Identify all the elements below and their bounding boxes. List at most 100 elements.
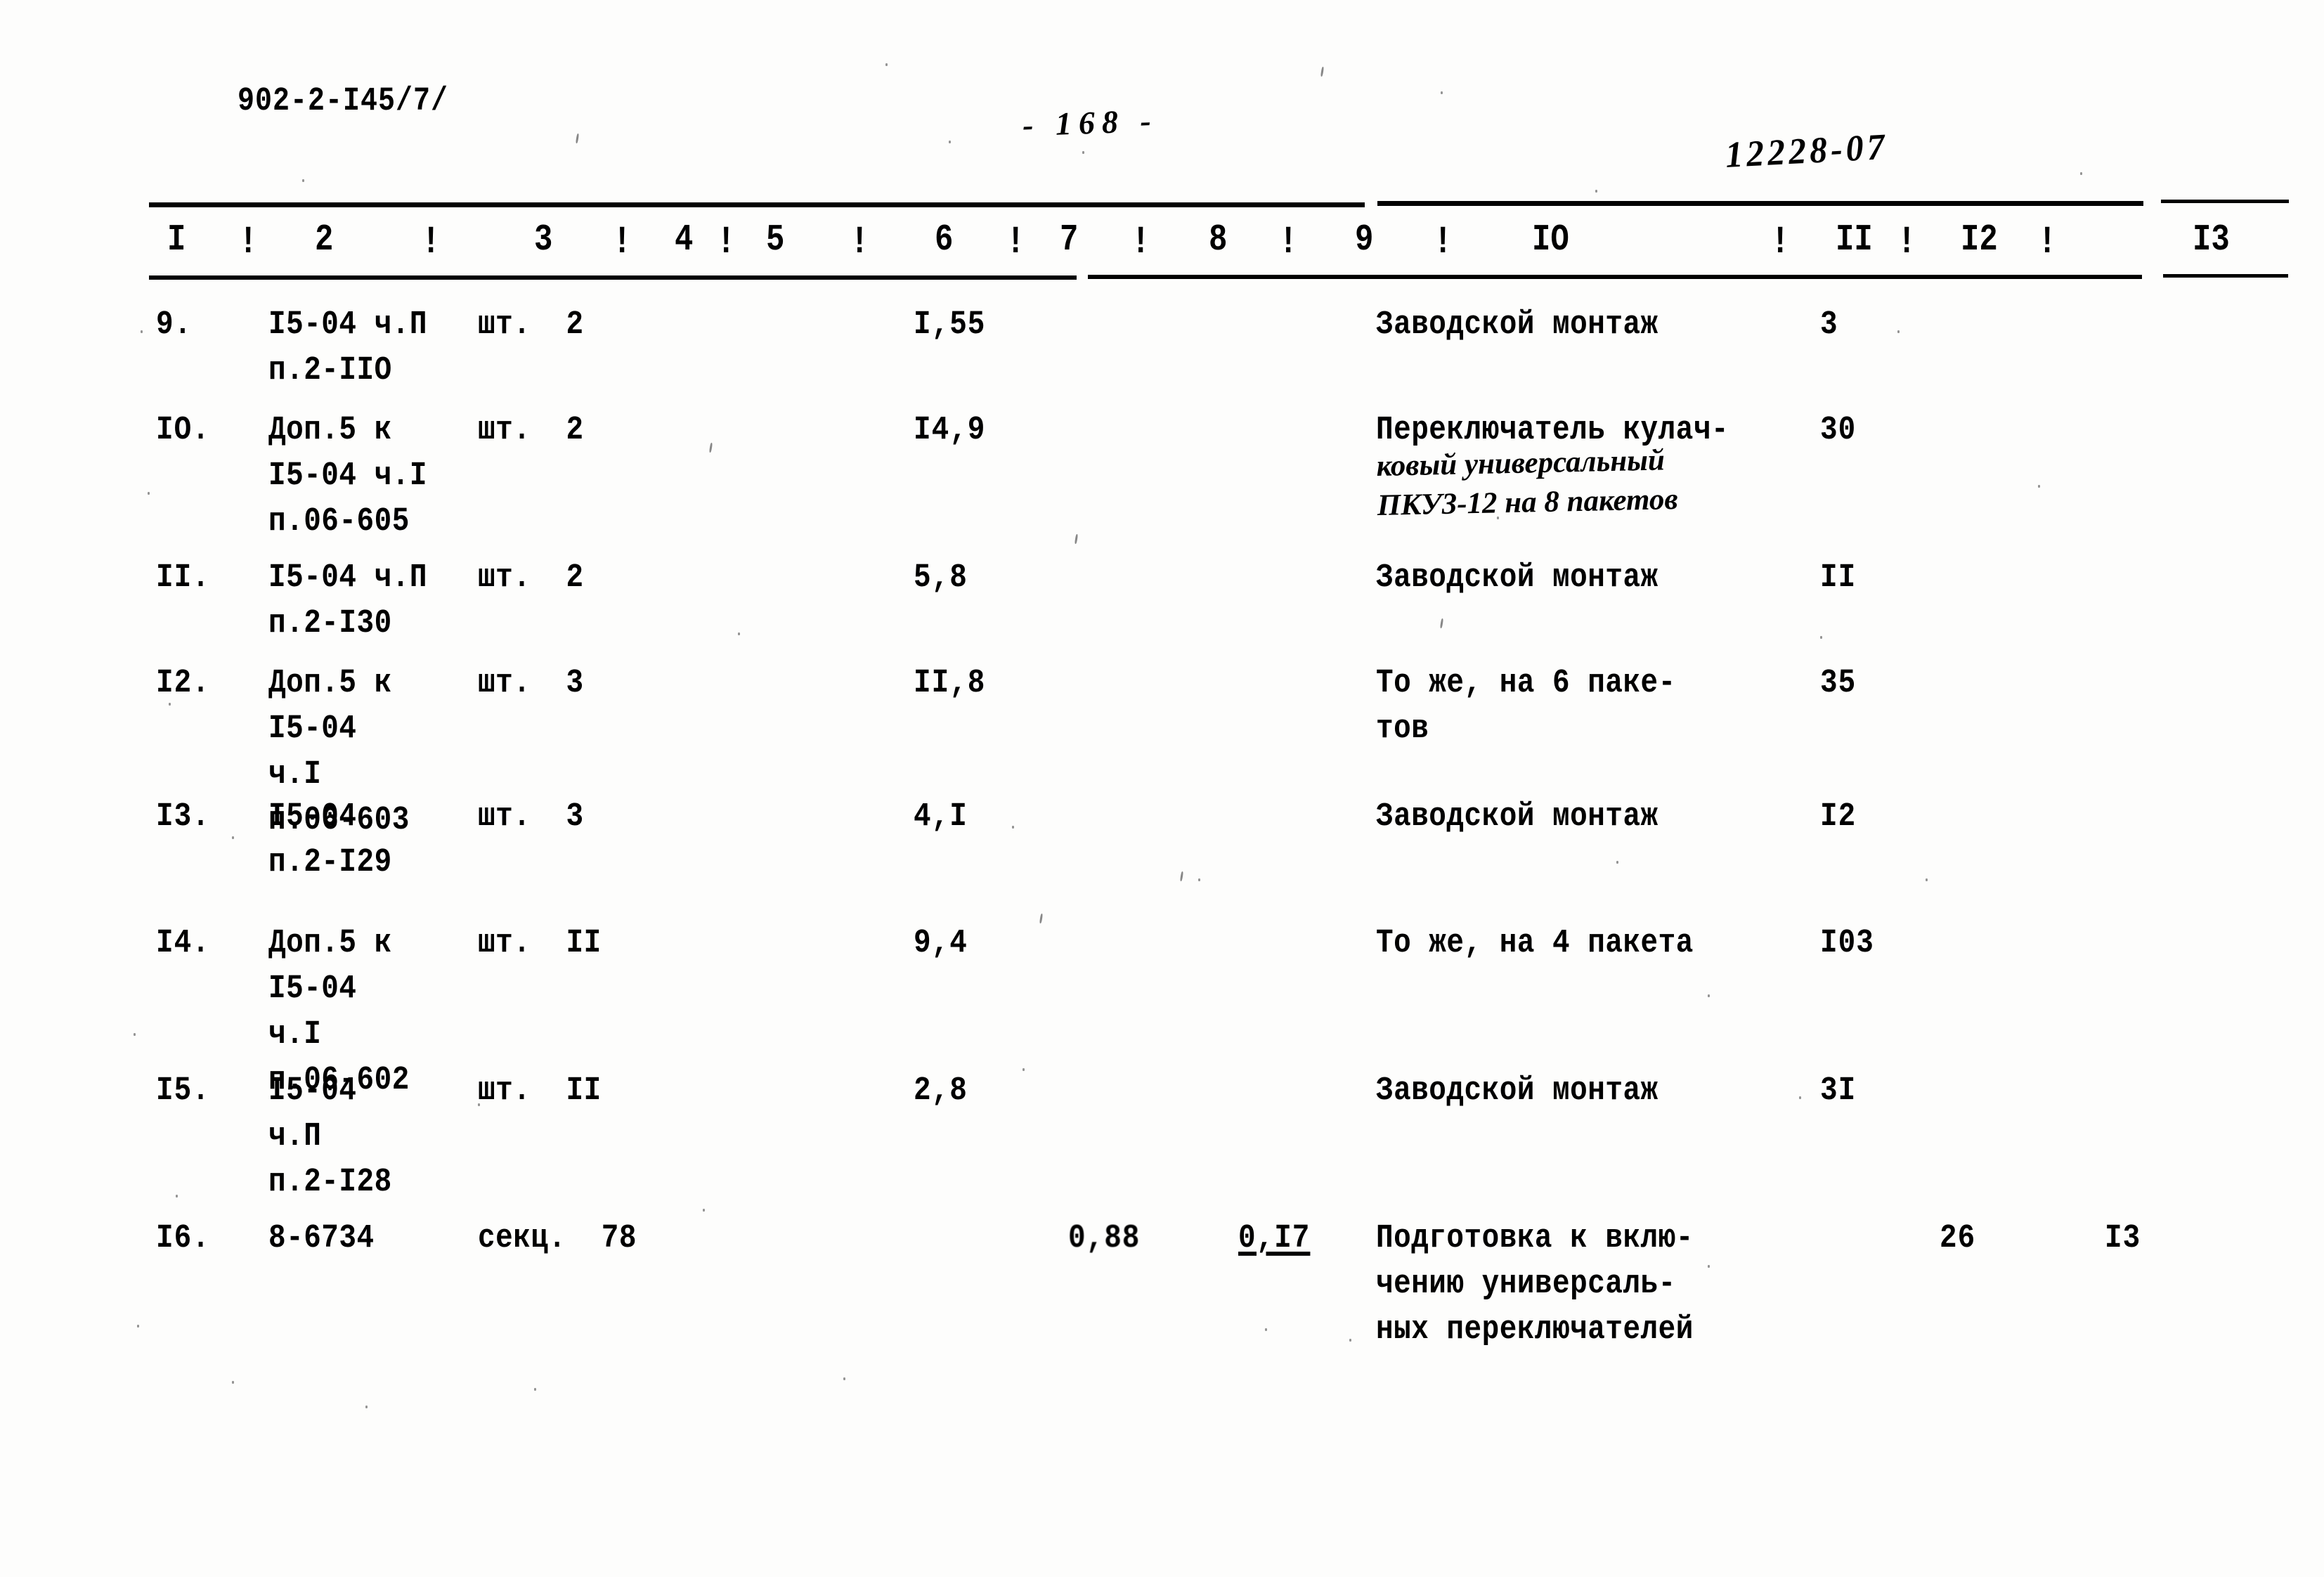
row-description: Заводской монтаж xyxy=(1376,559,1658,597)
scan-artifact-37 xyxy=(1595,190,1597,193)
row-value-col11: I2 xyxy=(1820,798,1857,836)
row-unit-quantity: шт. II xyxy=(478,1072,602,1110)
scan-artifact-33 xyxy=(843,1377,845,1380)
row-value-col8: 0,88 xyxy=(1068,1219,1141,1258)
row-description: То же, на 6 паке- тов xyxy=(1376,664,1676,748)
scan-artifact-34 xyxy=(302,179,304,182)
column-header-5: 5 xyxy=(766,219,785,261)
row-value-col7: 5,8 xyxy=(914,559,968,597)
scan-artifact-3 xyxy=(2080,172,2082,175)
scan-artifact-19 xyxy=(1926,878,1928,881)
row-value-col7: 9,4 xyxy=(914,924,968,963)
row-value-col11: I03 xyxy=(1820,924,1874,963)
scan-artifact-6 xyxy=(1897,330,1900,333)
row-number: I4. xyxy=(156,924,210,963)
row-value-col11: 3I xyxy=(1820,1072,1857,1110)
row-value-col11: 35 xyxy=(1820,664,1857,703)
column-separator-mark-5: ! xyxy=(850,221,869,265)
column-header-8: 8 xyxy=(1209,219,1228,261)
column-header-4: 4 xyxy=(675,219,694,261)
table-column-header-row: I 2 3 4 5 6 7 8 9 IO II I2 I3!!!!!!!!!!!! xyxy=(0,219,2324,270)
column-header-9: 9 xyxy=(1355,219,1374,261)
table-header-rule-right xyxy=(2163,274,2288,278)
column-header-7: 7 xyxy=(1060,219,1079,261)
scan-artifact-25 xyxy=(1799,1096,1801,1099)
row-reference-code: Доп.5 к I5-04 ч.I п.06-605 xyxy=(268,411,427,541)
row-description: Заводской монтаж xyxy=(1376,1072,1658,1110)
table-top-rule-left xyxy=(149,202,1365,207)
scan-artifact-11 xyxy=(1074,533,1079,545)
scan-artifact-39 xyxy=(1198,878,1200,881)
row-unit-quantity: шт. 3 xyxy=(478,798,584,836)
row-value-col12: 26 xyxy=(1940,1219,1976,1258)
scan-artifact-23 xyxy=(1023,1068,1025,1071)
scanned-page: 902-2-I45/7/ - 168 - 12228-07 I23456789I… xyxy=(0,0,2324,1577)
column-separator-mark-8: ! xyxy=(1279,221,1298,265)
row-value-col7: II,8 xyxy=(914,664,986,703)
row-value-col13: I3 xyxy=(2105,1219,2141,1258)
column-separator-mark-2: ! xyxy=(422,221,441,265)
column-header-2: 2 xyxy=(315,219,334,261)
scan-artifact-42 xyxy=(365,1406,368,1408)
scan-artifact-21 xyxy=(134,1033,136,1036)
scan-artifact-10 xyxy=(2038,485,2040,488)
scan-artifact-20 xyxy=(1039,913,1044,924)
scan-artifact-22 xyxy=(1708,994,1710,997)
scan-artifact-35 xyxy=(885,63,888,66)
row-description: Заводской монтаж xyxy=(1376,798,1658,836)
column-header-12: I2 xyxy=(1961,219,1998,261)
row-reference-code: I5-04 п.2-I29 xyxy=(268,798,392,882)
scan-artifact-16 xyxy=(232,836,234,839)
row-value-col7: I,55 xyxy=(914,306,986,344)
row-description: Заводской монтаж xyxy=(1376,306,1658,344)
scan-artifact-29 xyxy=(1265,1328,1267,1331)
scan-artifact-7 xyxy=(708,442,713,453)
scan-artifact-14 xyxy=(1820,636,1822,639)
column-separator-mark-6: ! xyxy=(1006,221,1025,265)
row-description: Подготовка к вклю- чению универсаль- ных… xyxy=(1376,1219,1694,1349)
row-value-col7: I4,9 xyxy=(914,411,986,450)
row-value-col9: 0,I7 xyxy=(1238,1219,1311,1258)
column-separator-mark-9: ! xyxy=(1434,221,1453,265)
row-number: I5. xyxy=(156,1072,210,1110)
scan-artifact-0 xyxy=(575,133,580,144)
column-separator-mark-12: ! xyxy=(2038,221,2057,265)
scan-artifact-40 xyxy=(137,1325,139,1328)
scan-artifact-36 xyxy=(949,141,951,143)
column-separator-mark-1: ! xyxy=(239,221,258,265)
scan-artifact-30 xyxy=(1349,1339,1351,1342)
scan-artifact-17 xyxy=(1012,826,1014,829)
row-reference-code: I5-04 ч.П п.2-I28 xyxy=(268,1072,392,1202)
row-value-col11: II xyxy=(1820,559,1857,597)
scan-artifact-27 xyxy=(703,1209,705,1212)
scan-artifact-8 xyxy=(148,492,150,495)
row-value-col11: 3 xyxy=(1820,306,1838,344)
table-top-rule-middle xyxy=(1377,201,2143,206)
column-separator-mark-3: ! xyxy=(613,221,632,265)
column-separator-mark-10: ! xyxy=(1771,221,1790,265)
scan-artifact-13 xyxy=(1439,618,1444,629)
column-header-1: I xyxy=(167,219,186,261)
row-unit-quantity: шт. 2 xyxy=(478,411,584,450)
row-unit-quantity: шт. 2 xyxy=(478,306,584,344)
column-header-6: 6 xyxy=(935,219,954,261)
column-separator-mark-11: ! xyxy=(1897,221,1916,265)
column-header-10: IO xyxy=(1532,219,1569,261)
scan-artifact-38 xyxy=(1179,871,1184,882)
scan-artifact-18 xyxy=(1616,861,1618,864)
row-number: II. xyxy=(156,559,210,597)
row-description-handwritten: ковый универсальный ПКУ3-12 на 8 пакетов xyxy=(1376,443,1679,522)
row-unit-quantity: секц. 78 xyxy=(478,1219,637,1258)
row-number: IO. xyxy=(156,411,210,450)
row-unit-quantity: шт. 2 xyxy=(478,559,584,597)
row-number: I2. xyxy=(156,664,210,703)
row-reference-code: 8-6734 xyxy=(268,1219,375,1258)
archive-number-handwritten: 12228-07 xyxy=(1724,125,1890,176)
document-code: 902-2-I45/7/ xyxy=(238,83,449,121)
table-top-rule-right xyxy=(2161,200,2289,203)
row-reference-code: I5-04 ч.П п.2-I30 xyxy=(268,559,427,643)
scan-artifact-41 xyxy=(232,1381,234,1384)
column-header-11: II xyxy=(1836,219,1873,261)
row-description: То же, на 4 пакета xyxy=(1376,924,1694,963)
table-header-rule-left xyxy=(149,275,1077,280)
